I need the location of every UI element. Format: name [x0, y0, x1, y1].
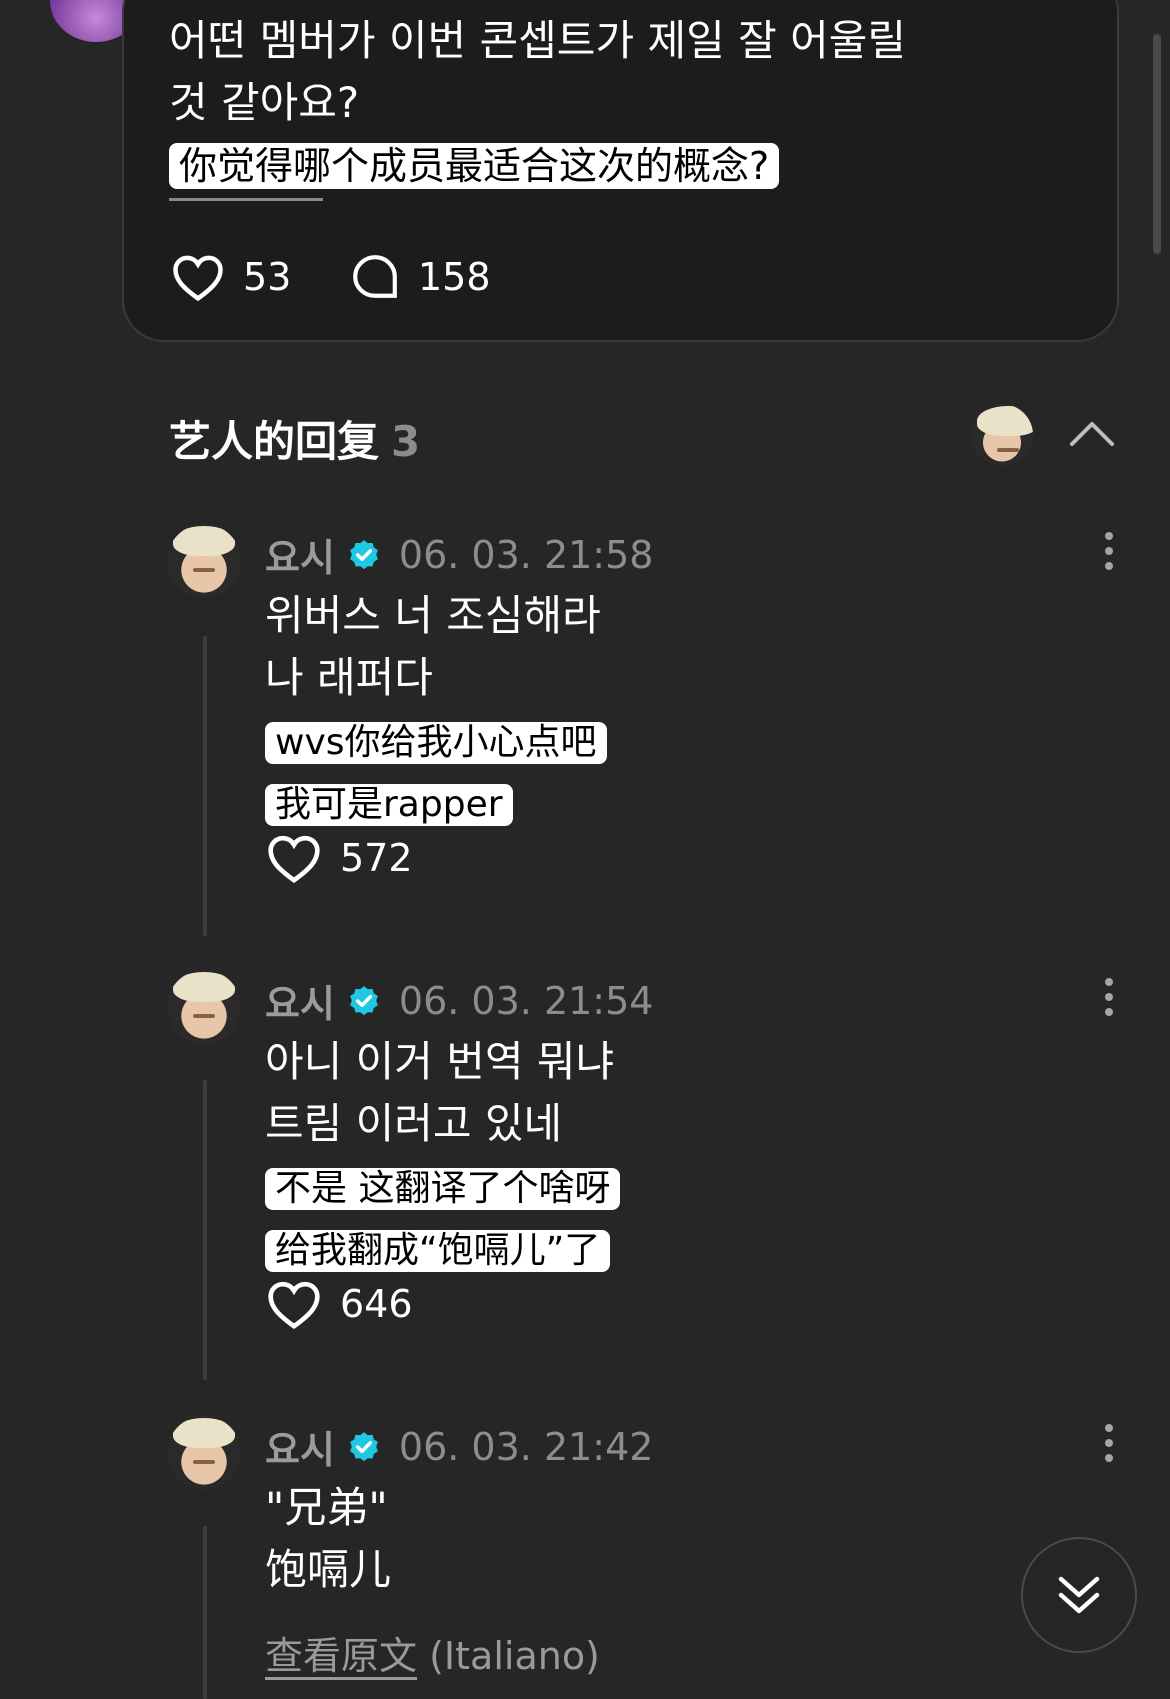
comment-line-2: 나 래퍼다 — [265, 653, 433, 702]
artist-replies-title: 艺人的回复 — [169, 417, 380, 466]
verified-badge-icon — [350, 985, 378, 1015]
see-original: 查看原文 (Italiano) — [265, 1625, 600, 1680]
post-text: 어떤 멤버가 이번 콘셉트가 제일 잘 어울릴 것 같아요? 你觉得哪个成员最适… — [169, 10, 969, 196]
commenter-avatar[interactable] — [167, 524, 241, 598]
scrollbar[interactable] — [1153, 34, 1161, 254]
artist-replies-count: 3 — [391, 417, 421, 466]
comment-body: 아니 이거 번역 뭐냐 트림 이러고 있네 不是 这翻译了个啥呀 给我翻成“饱嗝… — [265, 1031, 621, 1279]
post-like-button[interactable]: 53 — [171, 252, 291, 302]
heart-icon — [268, 835, 320, 884]
more-options-icon[interactable] — [1104, 978, 1114, 1016]
comment-timestamp: 06. 03. 21:42 — [398, 1424, 654, 1469]
original-language: (Italiano) — [429, 1634, 600, 1678]
post-like-count: 53 — [243, 255, 292, 299]
comment-like-count: 646 — [340, 1282, 413, 1326]
comment-line-1: 위버스 너 조심해라 — [265, 591, 601, 640]
comment-bubble-icon — [353, 255, 397, 298]
commenter-avatar[interactable] — [167, 970, 241, 1044]
comment-like-button[interactable]: 572 — [266, 832, 413, 884]
thread-line — [203, 636, 207, 936]
comment-caption-1: 不是 这翻译了个啥呀 — [265, 1168, 621, 1210]
comment-caption-1: wvs你给我小心点吧 — [265, 722, 607, 764]
comment-line-2: 饱嗝儿 — [265, 1545, 392, 1594]
artist-avatar-small[interactable] — [971, 404, 1033, 466]
verified-badge-icon — [350, 1431, 378, 1461]
thread-line — [203, 1526, 207, 1699]
post-text-line-2: 것 같아요? — [169, 78, 360, 127]
post-text-line-1: 어떤 멤버가 이번 콘셉트가 제일 잘 어울릴 — [169, 16, 906, 65]
commenter-avatar[interactable] — [167, 1416, 241, 1490]
see-original-link[interactable]: 查看原文 — [265, 1634, 417, 1678]
comment-header: 요시 06. 03. 21:58 — [265, 527, 653, 582]
see-translation-underline — [169, 198, 323, 201]
more-options-icon[interactable] — [1104, 532, 1114, 570]
comment-like-button[interactable]: 646 — [266, 1278, 413, 1330]
comment-body: "兄弟" 饱嗝儿 — [265, 1477, 391, 1601]
double-chevron-down-icon — [1058, 1576, 1100, 1614]
username[interactable]: 요시 — [265, 1419, 335, 1474]
comment-header: 요시 06. 03. 21:42 — [265, 1419, 653, 1474]
comment-timestamp: 06. 03. 21:58 — [398, 532, 654, 577]
comment-line-1: 아니 이거 번역 뭐냐 — [265, 1037, 615, 1086]
comment-line-1: "兄弟" — [265, 1483, 388, 1532]
post-translation-caption: 你觉得哪个成员最适合这次的概念? — [169, 143, 780, 189]
chevron-up-icon[interactable] — [1068, 418, 1116, 448]
post-comment-button[interactable]: 158 — [350, 252, 491, 302]
verified-badge-icon — [350, 539, 378, 569]
comment-caption-2: 我可是rapper — [265, 784, 513, 826]
heart-icon — [268, 1281, 320, 1330]
comment-line-2: 트림 이러고 있네 — [265, 1099, 563, 1148]
username[interactable]: 요시 — [265, 973, 335, 1028]
comment-like-count: 572 — [340, 836, 413, 880]
more-options-icon[interactable] — [1104, 1424, 1114, 1462]
thread-line — [203, 1080, 207, 1380]
username[interactable]: 요시 — [265, 527, 335, 582]
scroll-to-bottom-button[interactable] — [1021, 1537, 1137, 1653]
post-comment-count: 158 — [418, 255, 491, 299]
comment-body: 위버스 너 조심해라 나 래퍼다 wvs你给我小心点吧 我可是rapper — [265, 585, 607, 833]
artist-replies-header: 艺人的回复 3 — [169, 408, 420, 469]
heart-icon — [173, 255, 223, 302]
comment-timestamp: 06. 03. 21:54 — [398, 978, 654, 1023]
comment-header: 요시 06. 03. 21:54 — [265, 973, 653, 1028]
comment-caption-2: 给我翻成“饱嗝儿”了 — [265, 1230, 611, 1272]
